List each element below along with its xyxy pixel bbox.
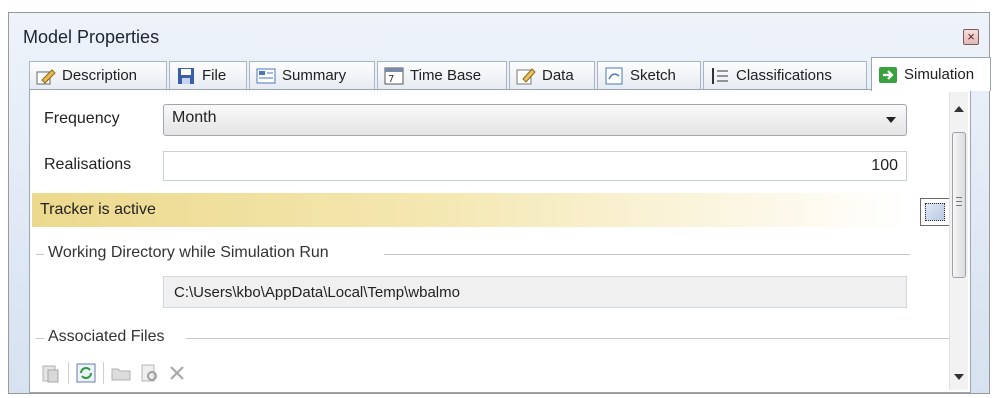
add-file-icon[interactable] <box>40 362 62 384</box>
tracker-status-bar: Tracker is active <box>32 193 908 227</box>
tab-label: Classifications <box>736 67 832 84</box>
pencil-note-icon <box>36 67 56 85</box>
calendar-icon: 7 <box>384 67 404 85</box>
view-file-icon[interactable] <box>138 362 160 384</box>
simulation-panel: Frequency Month Realisations 100 Tracker… <box>29 89 971 393</box>
tab-label: File <box>202 67 227 84</box>
refresh-icon[interactable] <box>75 362 97 384</box>
tracker-button[interactable] <box>920 198 950 226</box>
tab-time-base[interactable]: 7 Time Base <box>377 61 507 89</box>
tab-classifications[interactable]: Classifications <box>703 61 867 89</box>
toolbar-separator <box>103 362 104 384</box>
green-arrow-icon <box>878 66 898 84</box>
classification-list-icon <box>710 67 730 85</box>
grip-line <box>956 197 962 198</box>
working-directory-heading: Working Directory while Simulation Run <box>48 244 337 262</box>
tab-label: Sketch <box>630 67 676 84</box>
tab-sketch[interactable]: Sketch <box>597 61 701 89</box>
associated-files-group: Associated Files <box>36 328 950 348</box>
window-title: Model Properties <box>23 27 160 47</box>
tab-label: Time Base <box>410 67 482 84</box>
tracker-window-icon <box>925 203 945 221</box>
tab-description[interactable]: Description <box>29 61 167 89</box>
scroll-thumb[interactable] <box>952 132 966 278</box>
grip-line <box>956 205 962 206</box>
tab-summary[interactable]: Summary <box>249 61 375 89</box>
group-divider <box>36 338 44 339</box>
associated-files-toolbar <box>40 360 188 386</box>
working-directory-group: Working Directory while Simulation Run <box>36 244 910 264</box>
floppy-disk-icon <box>176 67 196 85</box>
scroll-down-icon[interactable] <box>954 374 964 380</box>
vertical-scrollbar[interactable] <box>949 92 968 390</box>
tab-simulation[interactable]: Simulation <box>871 57 991 91</box>
realisations-input[interactable]: 100 <box>163 151 907 181</box>
group-divider <box>384 254 910 255</box>
open-folder-icon[interactable] <box>110 362 132 384</box>
associated-files-heading: Associated Files <box>48 328 173 346</box>
frequency-label: Frequency <box>44 110 120 127</box>
data-edit-icon <box>516 67 536 85</box>
toolbar-separator <box>68 362 69 384</box>
svg-text:7: 7 <box>388 74 394 85</box>
delete-icon[interactable] <box>166 362 188 384</box>
tab-label: Summary <box>282 67 347 84</box>
frequency-value: Month <box>172 109 217 126</box>
realisations-label: Realisations <box>44 156 132 173</box>
tab-label: Description <box>62 67 138 84</box>
group-divider <box>36 254 44 255</box>
model-properties-window: Model Properties × Description File Summ… <box>8 12 991 394</box>
tab-label: Simulation <box>904 66 975 83</box>
tab-data[interactable]: Data <box>509 61 595 89</box>
working-directory-field[interactable]: C:\Users\kbo\AppData\Local\Temp\wbalmo <box>163 276 907 308</box>
group-divider <box>186 338 950 339</box>
sketch-icon <box>604 67 624 85</box>
summary-table-icon <box>256 67 276 85</box>
scroll-up-icon[interactable] <box>954 106 964 112</box>
close-button[interactable]: × <box>963 29 979 45</box>
tab-file[interactable]: File <box>169 61 247 89</box>
chevron-down-icon <box>886 117 896 123</box>
frequency-dropdown[interactable]: Month <box>163 104 907 136</box>
tab-label: Data <box>542 67 574 84</box>
grip-line <box>956 201 962 202</box>
